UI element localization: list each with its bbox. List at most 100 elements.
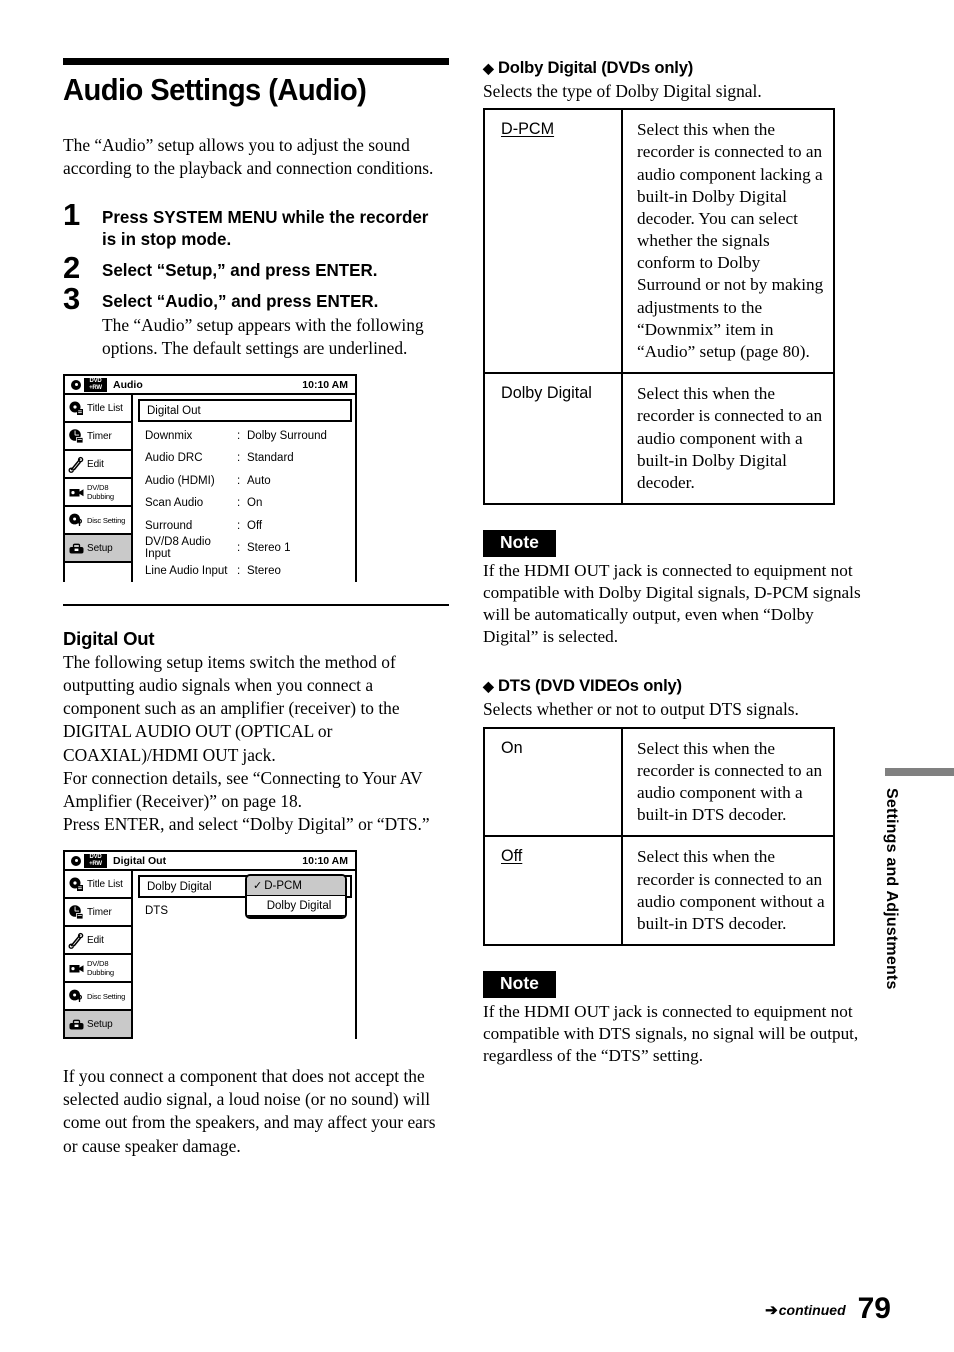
dts-options-table: On Select this when the recorder is conn… [483,726,835,947]
sidebar-item-timer[interactable]: Timer [65,423,131,452]
sidebar-item-setup[interactable]: Setup [65,1011,131,1040]
manual-page: Audio Settings (Audio) The “Audio” setup… [0,0,954,1352]
mock-row[interactable]: Scan Audio : On [133,492,355,515]
sidebar-item-title-list[interactable]: Title List [65,871,131,900]
step-1: 1 Press SYSTEM MENU while the recorder i… [63,199,452,250]
section-divider [63,603,449,606]
mock-row-key: Dolby Digital [147,880,212,893]
mock-row-value: Dolby Surround [247,429,327,442]
mock-row-value: Auto [247,474,271,487]
option-desc-cell: Select this when the recorder is connect… [621,372,835,506]
mock-screen-title: Digital Out [113,854,167,867]
arrow-right-icon: ➔ [765,1301,778,1319]
option-key-cell: Off [483,835,623,947]
mock-row-key: Digital Out [147,404,201,417]
sidebar-item-edit[interactable]: Edit [65,451,131,480]
sidebar-item-label: DV/D8 Dubbing [87,483,114,502]
note-text-dts: If the HDMI OUT jack is connected to equ… [483,1001,859,1066]
mock-row-key: Line Audio Input [145,564,228,577]
sidebar-item-label: Timer [87,906,112,918]
toolbox-icon [68,1016,85,1033]
timer-icon [68,428,85,445]
audio-menu-screenshot: DVD +RW Audio 10:10 AM Title List Timer … [63,374,357,582]
mock-row-sep: : [237,519,241,532]
page-number: 79 [857,1292,891,1325]
mock-row-sep: : [237,542,241,555]
timer-icon [68,904,85,921]
intro-paragraph: The “Audio” setup allows you to adjust t… [63,134,434,178]
sidebar-item-timer[interactable]: Timer [65,899,131,928]
sidebar-item-disc-setting[interactable]: Disc Setting [65,507,131,536]
dolby-digital-intro: Selects the type of Dolby Digital signal… [483,81,762,101]
dolby-digital-options-table: D-PCM Select this when the recorder is c… [483,108,835,506]
sidebar-item-dv-d8-dubbing[interactable]: DV/D8 Dubbing [65,479,131,508]
option-key-label: On [501,738,523,757]
dvd-rw-badge-icon: DVD +RW [84,853,107,868]
mock-screen-title: Audio [113,378,143,391]
mock-clock: 10:10 AM [302,854,348,867]
camcorder-icon [68,960,85,977]
table-row: Dolby Digital Select this when the recor… [483,372,835,506]
mock-row-sep: : [237,564,241,577]
digital-out-paragraph-1: The following setup items switch the met… [63,651,400,765]
digital-out-heading: Digital Out [63,627,155,649]
dts-intro: Selects whether or not to output DTS sig… [483,699,799,720]
dropdown-option-selected[interactable]: ✓ D-PCM [247,876,345,897]
sidebar-item-label: Edit [87,458,104,470]
mock-row-key: Audio (HDMI) [145,474,215,487]
sidebar-item-label: Title List [87,878,123,890]
step-heading: Press SYSTEM MENU while the recorder is … [102,207,429,250]
note-text-dolby: If the HDMI OUT jack is connected to equ… [483,560,861,647]
mock-row-key: DV/D8 Audio Input [145,536,211,561]
left-column: Audio Settings (Audio) The “Audio” setup… [63,58,452,1158]
scissors-icon [68,932,85,949]
mock-row[interactable]: DV/D8 Audio Input : Stereo 1 [133,536,355,561]
table-row: D-PCM Select this when the recorder is c… [483,108,835,375]
sidebar-item-label: Setup [87,542,113,554]
right-column: ◆ Dolby Digital (DVDs only) Selects the … [483,58,868,1067]
mock-row[interactable]: Surround : Off [133,514,355,537]
title-list-icon [68,876,85,893]
mock-row-value: Stereo 1 [247,542,291,555]
disc-setting-icon [68,988,85,1005]
mock-row[interactable]: Audio DRC : Standard [133,447,355,470]
table-row: On Select this when the recorder is conn… [483,726,835,838]
disc-setting-icon [68,512,85,529]
sidebar-item-label: Timer [87,430,112,442]
disc-icon [71,855,81,866]
mock-row[interactable]: Downmix : Dolby Surround [133,424,355,447]
dvd-rw-badge-icon: DVD +RW [84,377,107,392]
diamond-bullet-icon: ◆ [483,60,494,76]
option-key-cell: Dolby Digital [483,372,623,506]
mock-sidebar: Title List Timer Edit DV/D8 Dubbing Disc… [65,395,133,582]
digital-out-paragraph-2: For connection details, see “Connecting … [63,767,423,811]
sidebar-item-dv-d8-dubbing[interactable]: DV/D8 Dubbing [65,955,131,984]
option-desc-cell: Select this when the recorder is connect… [621,835,835,947]
option-key-cell: On [483,726,623,838]
page-title: Audio Settings (Audio) [63,72,367,107]
title-rule [63,58,449,65]
mock-settings-list: Digital Out Downmix : Dolby Surround Aud… [133,395,357,582]
sidebar-item-setup[interactable]: Setup [65,535,131,564]
step-3: 3 Select “Audio,” and press ENTER. The “… [63,283,452,360]
step-2: 2 Select “Setup,” and press ENTER. [63,252,452,283]
mock-titlebar: DVD +RW Digital Out 10:10 AM [65,852,357,872]
dvd-badge-line1: DVD [89,378,102,385]
mock-row[interactable]: Line Audio Input : Stereo [133,559,355,582]
sidebar-item-title-list[interactable]: Title List [65,395,131,424]
step-subtext: The “Audio” setup appears with the follo… [102,315,424,359]
sidebar-item-label: DV/D8 Dubbing [87,959,114,978]
sidebar-item-disc-setting[interactable]: Disc Setting [65,983,131,1012]
digital-out-dropdown[interactable]: ✓ D-PCM Dolby Digital [245,874,347,920]
dropdown-option-label: Dolby Digital [266,899,332,912]
check-icon: ✓ [253,880,263,893]
sidebar-item-edit[interactable]: Edit [65,927,131,956]
mock-row-sep: : [237,474,241,487]
camcorder-icon [68,484,85,501]
step-number: 2 [63,250,81,286]
mock-row-selected[interactable]: Digital Out [138,399,352,423]
mock-row[interactable]: Audio (HDMI) : Auto [133,469,355,492]
mock-row-value: Off [247,519,263,532]
mock-clock: 10:10 AM [302,378,348,391]
dropdown-option[interactable]: Dolby Digital [247,896,345,918]
